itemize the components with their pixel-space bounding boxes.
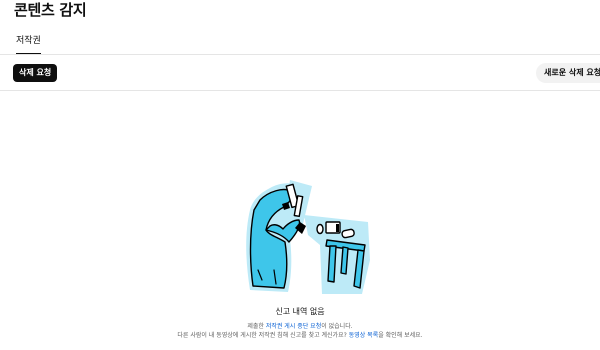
empty-state-message-prefix: 제출한 bbox=[247, 323, 266, 330]
empty-state-hint: 다른 사람이 내 동영상에 게시한 저작권 침해 신고를 찾고 계신가요? 동영… bbox=[0, 331, 600, 340]
new-delete-request-button[interactable]: 새로운 삭제 요청 bbox=[536, 63, 600, 83]
delete-request-button[interactable]: 삭제 요청 bbox=[13, 64, 58, 82]
tab-divider bbox=[0, 54, 600, 55]
empty-state-message-suffix: 이 없습니다. bbox=[321, 323, 353, 330]
tab-copyright[interactable]: 저작권 bbox=[16, 35, 41, 55]
copyright-takedown-link[interactable]: 저작권 게시 중단 요청 bbox=[266, 323, 321, 330]
empty-state-title: 신고 내역 없음 bbox=[275, 307, 325, 316]
empty-state-message: 제출한 저작권 게시 중단 요청이 없습니다. bbox=[0, 322, 600, 331]
empty-state-hint-suffix: 을 확인해 보세요. bbox=[378, 332, 423, 339]
page-title: 콘텐츠 감지 bbox=[14, 1, 87, 19]
video-list-link[interactable]: 동영상 목록 bbox=[349, 332, 379, 339]
empty-state-illustration bbox=[246, 180, 370, 294]
empty-state-hint-prefix: 다른 사람이 내 동영상에 게시한 저작권 침해 신고를 찾고 계신가요? bbox=[177, 332, 349, 339]
toolbar-divider bbox=[0, 90, 600, 91]
